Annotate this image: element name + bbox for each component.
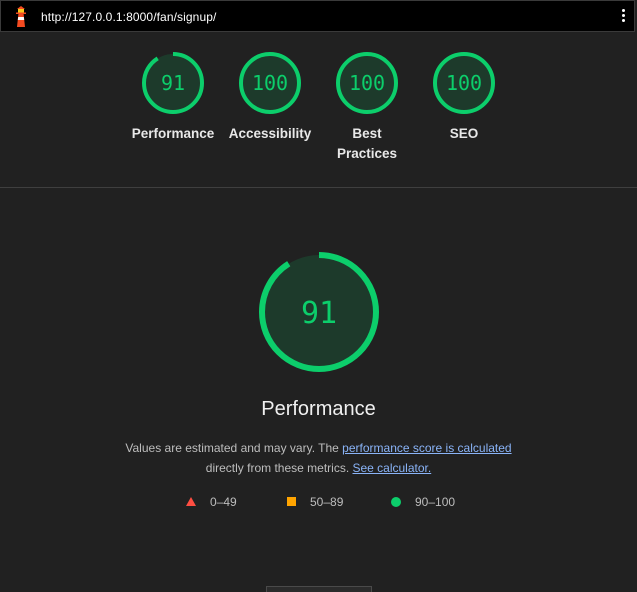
gauge-seo[interactable]: 100 SEO: [416, 50, 512, 144]
gauge-ring: 100: [336, 52, 398, 114]
performance-gauge-large: 91: [259, 252, 379, 372]
desc-text: directly from these metrics.: [205, 461, 353, 475]
legend-range: 90–100: [415, 495, 456, 509]
gauge-performance[interactable]: 91 Performance: [125, 50, 221, 144]
gauge-score: 100: [349, 71, 385, 95]
page-url: http://127.0.0.1:8000/fan/signup/: [41, 10, 217, 24]
gauge-score: 100: [446, 71, 482, 95]
gauge-label: Best Practices: [336, 126, 398, 161]
legend-range: 50–89: [310, 495, 344, 509]
gauge-label: Accessibility: [228, 126, 312, 141]
performance-description: Values are estimated and may vary. The p…: [0, 438, 637, 478]
top-bar: http://127.0.0.1:8000/fan/signup/: [0, 0, 635, 32]
performance-title: Performance: [261, 398, 376, 420]
desc-text: Values are estimated and may vary. The: [125, 441, 343, 455]
kebab-menu-icon[interactable]: [620, 7, 626, 27]
gauge-ring: 91: [142, 52, 204, 114]
gauge-score: 100: [252, 71, 288, 95]
score-summary: 91 Performance 100 Accessibility 100 Bes…: [0, 32, 637, 188]
circle-icon: [391, 497, 401, 507]
gauge-best-practices[interactable]: 100 Best Practices: [319, 50, 415, 164]
performance-score-large: 91: [301, 296, 337, 331]
score-legend: 0–49 50–89 90–100: [0, 494, 637, 510]
gauge-label: Performance: [131, 126, 215, 141]
legend-range: 0–49: [210, 495, 237, 509]
gauge-ring: 100: [433, 52, 495, 114]
gauge-accessibility[interactable]: 100 Accessibility: [222, 50, 318, 144]
see-calculator-link[interactable]: See calculator.: [352, 461, 431, 475]
gauge-ring: 100: [239, 52, 301, 114]
performance-score-calculated-link[interactable]: performance score is calculated: [342, 441, 511, 455]
square-icon: [287, 497, 296, 506]
bottom-panel-edge: [266, 586, 372, 592]
gauge-score: 91: [161, 71, 185, 95]
performance-section: 91 Performance Values are estimated and …: [0, 188, 637, 592]
gauge-label: SEO: [449, 126, 479, 141]
triangle-icon: [186, 497, 196, 506]
lighthouse-icon: [16, 6, 26, 27]
